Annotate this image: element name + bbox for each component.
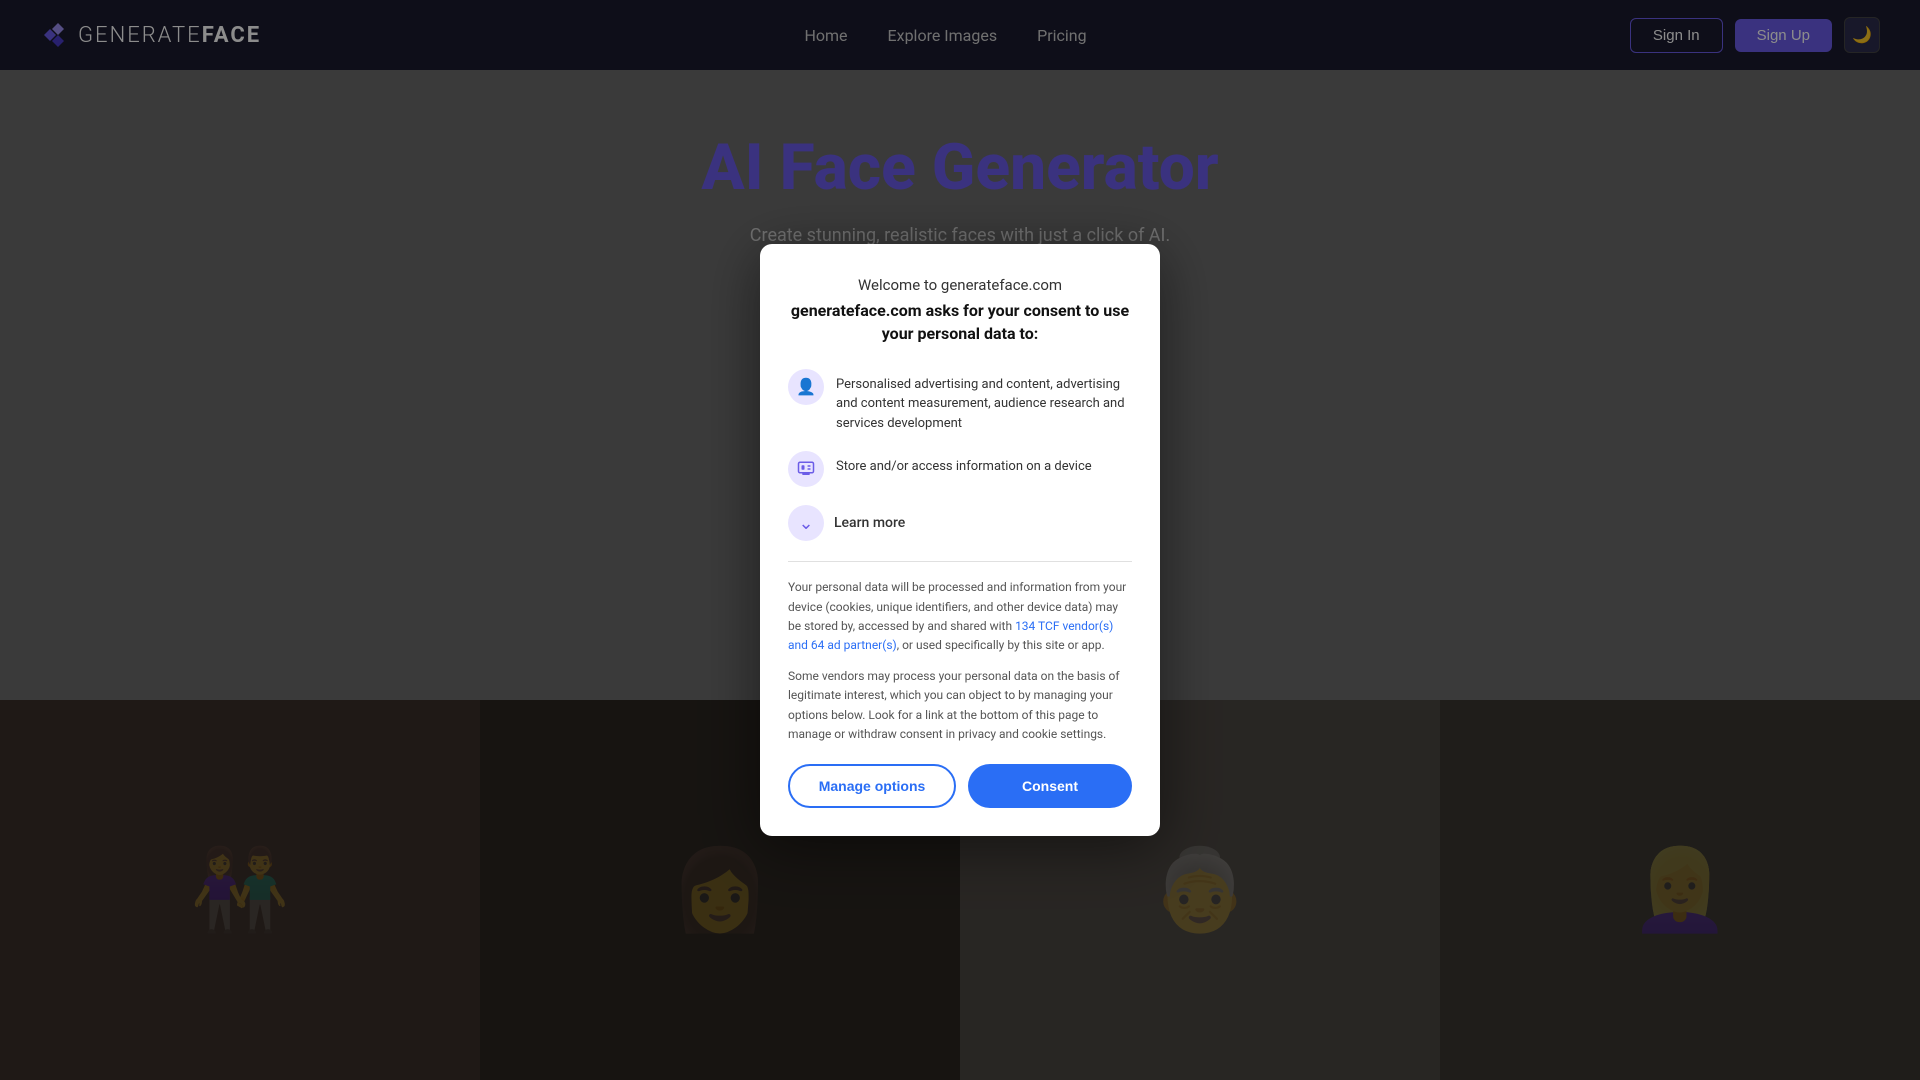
modal-headline: generateface.com asks for your consent t… xyxy=(788,300,1132,345)
consent-modal: Welcome to generateface.com generateface… xyxy=(760,244,1160,836)
consent-item-personalised-text: Personalised advertising and content, ad… xyxy=(836,369,1132,434)
consent-body-1: Your personal data will be processed and… xyxy=(788,578,1132,655)
divider-1 xyxy=(788,561,1132,562)
manage-options-button[interactable]: Manage options xyxy=(788,764,956,808)
learn-more-item[interactable]: ⌄ Learn more xyxy=(788,505,1132,541)
chevron-down-icon: ⌄ xyxy=(788,505,824,541)
modal-actions: Manage options Consent xyxy=(788,764,1132,808)
consent-body-2: Some vendors may process your personal d… xyxy=(788,667,1132,744)
learn-more-label: Learn more xyxy=(834,515,905,531)
modal-welcome: Welcome to generateface.com xyxy=(788,276,1132,294)
consent-button[interactable]: Consent xyxy=(968,764,1132,808)
consent-item-store-text: Store and/or access information on a dev… xyxy=(836,451,1092,477)
person-icon: 👤 xyxy=(788,369,824,405)
consent-item-personalised: 👤 Personalised advertising and content, … xyxy=(788,369,1132,434)
consent-item-store: Store and/or access information on a dev… xyxy=(788,451,1132,487)
storage-icon xyxy=(788,451,824,487)
consent-overlay: Welcome to generateface.com generateface… xyxy=(0,0,1920,1080)
